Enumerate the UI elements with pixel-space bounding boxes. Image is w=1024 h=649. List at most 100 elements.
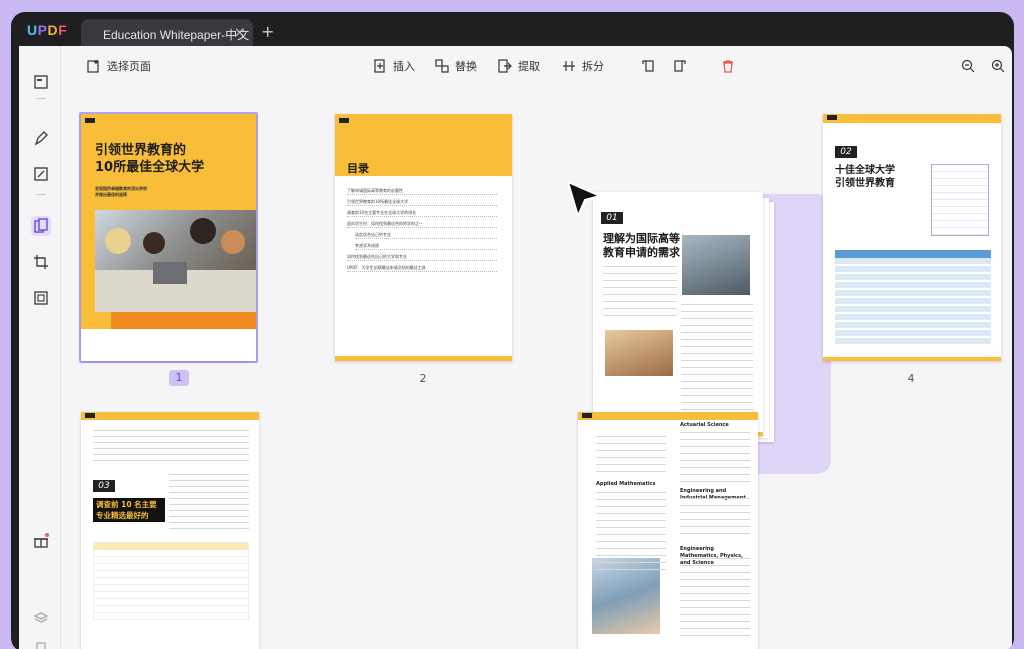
replace-icon [435,59,449,73]
page-thumbnail-1[interactable]: 引领世界教育的 10所最佳全球大学 发现提供卓越教育的顶尖学府 并做出最佳的选择 [81,114,256,361]
text-line [603,287,677,288]
heading-applied-mathematics: Applied Mathematics [596,481,656,487]
text-line [169,522,249,523]
text-line [680,579,750,580]
page-3-title-line1: 理解为国际高等 [603,232,680,245]
insert-button[interactable]: 插入 [373,56,415,76]
delete-button[interactable] [721,56,735,76]
organize-pages-icon[interactable] [31,216,51,236]
page-2-number[interactable]: 2 [413,372,433,385]
text-line [169,480,249,481]
majors-table [93,542,249,620]
extract-button[interactable]: 提取 [498,56,540,76]
text-line [596,527,666,528]
page-thumbnail-6[interactable]: Applied Mathematics Actuarial Science En… [578,412,758,649]
text-line [596,443,666,444]
text-line [681,353,753,354]
universities-table [835,250,991,346]
crop-icon[interactable] [31,252,51,272]
replace-button[interactable]: 替换 [435,56,477,76]
close-tab-icon[interactable]: ✕ [234,25,245,41]
tab-title: Education Whitepaper-中文 [103,28,250,42]
text-line [603,315,677,316]
toc-entry: 选定适合自己的专业 [355,232,497,239]
text-line [680,505,750,506]
document-tab[interactable]: Education Whitepaper-中文 ✕ [81,19,253,49]
text-line [93,436,249,437]
text-line [596,471,666,472]
toc-entry: 如何找到最适合自己的大学和专业 [347,254,497,261]
split-button[interactable]: 拆分 [562,56,604,76]
toc-entry: 引领世界教育的10所最佳全球大学 [347,199,497,206]
rotate-right-button[interactable] [673,56,687,76]
page-4-title-line2: 引领世界教育 [835,178,895,189]
page-thumbnail-2[interactable]: 目录 了解申请国际高等教育的必要性 引领世界教育的10所最佳全球大学 调查前10名主… [335,114,512,361]
extract-icon [498,59,512,73]
text-line [169,510,249,511]
toc-heading: 目录 [347,162,369,175]
text-line [680,512,750,513]
heading-engineering-mathematics: Engineering Mathematics, Physics, and Sc… [680,546,743,566]
text-line [680,572,750,573]
split-icon [563,61,575,71]
text-line [680,498,750,499]
insert-icon [374,59,385,73]
updf-logo: UPDF [27,22,68,38]
text-line [603,308,677,309]
text-line [596,569,666,570]
toc-entry: 考虑学术成绩 [355,243,497,250]
page-grid: 引领世界教育的 10所最佳全球大学 发现提供卓越教育的顶尖学府 并做出最佳的选择 [61,86,1012,649]
cursor-arrow-icon [566,180,604,219]
text-line [681,318,753,319]
ranking-table [931,164,989,236]
rotate-right-icon [674,60,686,72]
page-icon[interactable] [31,638,51,649]
text-line [681,395,753,396]
text-line [681,409,753,410]
comment-icon[interactable] [31,128,51,148]
new-tab-button[interactable]: + [261,22,274,41]
page-thumbnail-4[interactable]: 02 十佳全球大学 引领世界教育 [823,114,1001,361]
text-line [93,430,249,431]
zoom-out-button[interactable] [961,56,975,76]
text-line [680,621,750,622]
page-thumbnail-5[interactable]: 03 调查前 10 名主要 专业精选最好的 [81,412,259,649]
text-line [596,450,666,451]
page-1-number[interactable]: 1 [169,370,189,386]
edit-icon[interactable] [31,164,51,184]
text-line [681,360,753,361]
text-line [681,374,753,375]
text-line [93,460,249,461]
heading-actuarial-science: Actuarial Science [680,422,729,428]
page-thumbnails-icon[interactable] [31,72,51,92]
page-thumbnail-3[interactable]: 01 理解为国际高等 教育申请的需求 [593,192,763,436]
left-sidebar [19,46,61,649]
rotate-left-icon [642,60,654,72]
page-4-title-line1: 十佳全球大学 [835,165,895,176]
text-line [169,528,249,529]
text-line [596,548,666,549]
zoom-out-icon [961,59,975,73]
text-line [680,635,750,636]
text-line [680,628,750,629]
layers-icon[interactable] [31,608,51,628]
page-4-number[interactable]: 4 [901,372,921,385]
text-line [681,332,753,333]
text-line [681,367,753,368]
text-line [681,381,753,382]
ocr-icon[interactable] [31,288,51,308]
gift-icon[interactable] [31,531,51,551]
select-pages-icon [87,60,99,73]
text-line [680,481,750,482]
select-pages-button[interactable]: 选择页面 [87,56,151,76]
zoom-in-button[interactable] [991,56,1005,76]
toc-entry: UPDF：为学生创建最佳申请文档的最佳工具 [347,265,497,272]
text-line [681,311,753,312]
text-line [680,474,750,475]
text-line [680,519,750,520]
rotate-left-button[interactable] [641,56,655,76]
section-badge-02: 02 [835,146,857,158]
text-line [680,607,750,608]
text-line [169,504,249,505]
text-line [680,600,750,601]
